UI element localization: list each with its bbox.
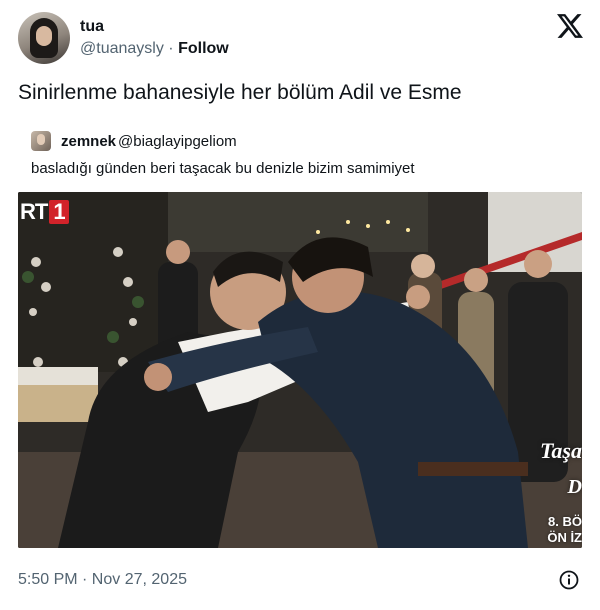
quote-author-avatar[interactable]	[31, 131, 51, 151]
tweet-timestamp[interactable]: 5:50 PM · Nov 27, 2025	[18, 571, 187, 589]
show-subtitle-overlay: D	[567, 476, 582, 498]
show-title-overlay: Taşa	[540, 438, 582, 463]
tweet-text: Sinirlenme bahanesiyle her bölüm Adil ve…	[18, 81, 462, 104]
author-name[interactable]: tua	[80, 18, 104, 36]
follow-button[interactable]: Follow	[178, 40, 229, 57]
preview-overlay: ÖN İZ	[547, 530, 582, 545]
channel-logo-prefix: RT	[20, 199, 48, 224]
avatar-face	[36, 26, 52, 46]
channel-logo-number: 1	[49, 200, 69, 224]
quote-avatar-face	[37, 134, 45, 145]
author-handle-line: @tuanaysly · Follow	[80, 40, 229, 58]
channel-logo: RT 1	[18, 200, 73, 224]
info-icon[interactable]	[559, 570, 579, 590]
media-scene	[18, 192, 582, 548]
separator-dot: ·	[168, 40, 179, 57]
tweet-media-image[interactable]: RT 1 Taşa D 8. BÖ ÖN İZ	[18, 192, 582, 548]
episode-overlay: 8. BÖ	[548, 514, 582, 529]
quote-author: zemnek @biaglayipgeliom	[61, 133, 237, 150]
x-logo-icon[interactable]	[557, 14, 583, 38]
quote-text: basladığı günden beri taşacak bu denizle…	[31, 160, 415, 177]
author-handle[interactable]: @tuanaysly	[80, 40, 164, 57]
author-avatar[interactable]	[18, 12, 70, 64]
quote-author-handle[interactable]: @biaglayipgeliom	[118, 133, 237, 150]
quote-author-name[interactable]: zemnek	[61, 133, 116, 150]
